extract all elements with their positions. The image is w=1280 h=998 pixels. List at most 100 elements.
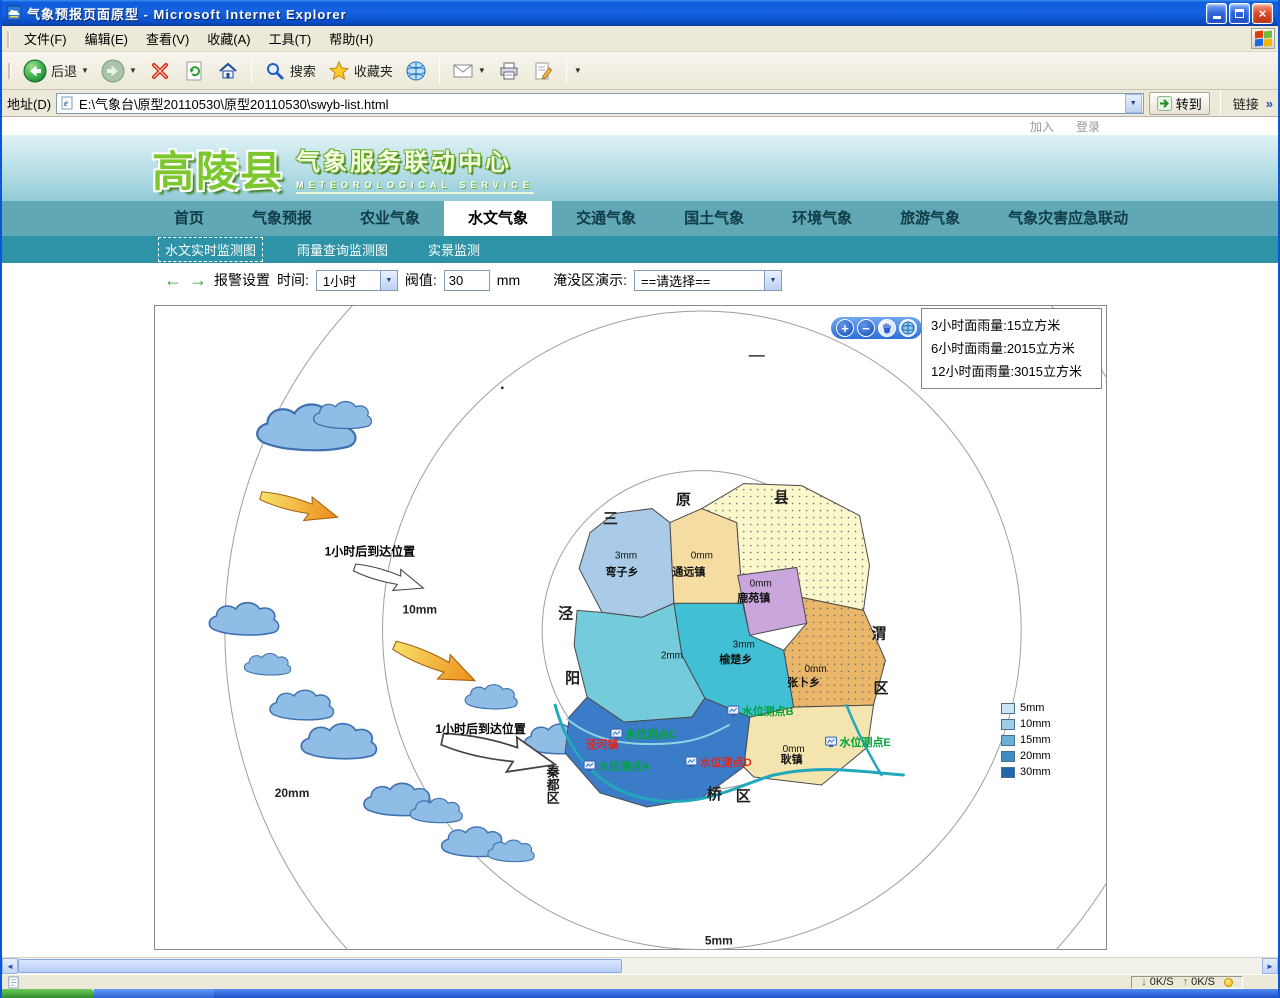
nav-tourism[interactable]: 旅游气象 — [876, 201, 984, 236]
nav-disaster-response[interactable]: 气象灾害应急联动 — [984, 201, 1152, 236]
refresh-icon — [183, 60, 205, 82]
back-button[interactable]: 后退 ▼ — [18, 56, 94, 86]
dropdown-arrow-icon[interactable]: ▼ — [380, 271, 397, 290]
subnav-live-monitor[interactable]: 实景监测 — [422, 238, 486, 261]
join-link[interactable]: 加入 — [1030, 118, 1054, 135]
pan-button[interactable] — [878, 319, 896, 337]
scroll-right-button[interactable]: ► — [1262, 958, 1278, 974]
time-label: 时间: — [277, 270, 309, 290]
next-arrow-icon[interactable]: → — [189, 271, 207, 289]
menu-favorites[interactable]: 收藏(A) — [198, 26, 259, 51]
toolbar-grip[interactable] — [7, 31, 10, 47]
region-wanzi[interactable] — [579, 509, 674, 618]
nav-hydrology[interactable]: 水文气象 — [444, 201, 552, 236]
nav-agriculture[interactable]: 农业气象 — [336, 201, 444, 236]
favorites-button[interactable]: 收藏夹 — [323, 57, 398, 85]
nav-land[interactable]: 国土气象 — [660, 201, 768, 236]
scrollbar-thumb[interactable] — [18, 959, 622, 973]
history-button[interactable] — [400, 57, 432, 85]
taskbar-strip — [214, 989, 1278, 998]
address-bar: 地址(D) e E:\气象台\原型20110530\原型20110530\swy… — [2, 90, 1278, 117]
menu-view[interactable]: 查看(V) — [137, 26, 198, 51]
alarm-settings-label: 报警设置 — [214, 270, 270, 290]
ring-rainfall-label: 5mm — [705, 934, 733, 948]
quick-launch[interactable] — [94, 989, 214, 998]
forward-dropdown-icon[interactable]: ▼ — [129, 66, 137, 75]
go-arrow-icon — [1157, 96, 1172, 111]
water-level-station-icon[interactable] — [728, 706, 739, 716]
legend-label: 20mm — [1020, 750, 1051, 762]
home-button[interactable] — [212, 57, 244, 85]
water-level-station-icon[interactable] — [826, 737, 837, 747]
nav-weather-forecast[interactable]: 气象预报 — [228, 201, 336, 236]
stop-button[interactable] — [144, 57, 176, 85]
flood-area-select[interactable]: ==请选择== ▼ — [634, 270, 782, 291]
address-dropdown-icon[interactable]: ▼ — [1125, 94, 1142, 113]
nav-environment[interactable]: 环境气象 — [768, 201, 876, 236]
legend-item: 30mm — [1001, 766, 1051, 778]
zoom-out-button[interactable]: − — [857, 319, 875, 337]
go-button[interactable]: 转到 — [1149, 92, 1210, 115]
arrival-label: 1小时后到达位置 — [325, 543, 415, 558]
water-level-station-icon[interactable] — [686, 757, 697, 767]
nav-traffic[interactable]: 交通气象 — [552, 201, 660, 236]
edit-button[interactable] — [527, 57, 559, 85]
station-label[interactable]: 水位测点E — [840, 735, 891, 749]
nav-home[interactable]: 首页 — [150, 201, 228, 236]
zoom-in-button[interactable]: + — [836, 319, 854, 337]
town-label: 榆楚乡 — [719, 652, 752, 666]
mail-button[interactable]: ▼ — [447, 57, 491, 85]
legend-swatch — [1001, 735, 1015, 746]
menu-file[interactable]: 文件(F) — [15, 26, 76, 51]
subnav-realtime-map[interactable]: 水文实时监测图 — [158, 237, 263, 262]
plugin-status-icon[interactable] — [1224, 978, 1233, 987]
menu-edit[interactable]: 编辑(E) — [76, 26, 137, 51]
legend-item: 20mm — [1001, 750, 1051, 762]
login-link[interactable]: 登录 — [1076, 118, 1100, 135]
station-label[interactable]: 水位测点D — [700, 755, 752, 769]
menu-tools[interactable]: 工具(T) — [260, 26, 321, 51]
subnav-rainfall-query[interactable]: 雨量查询监测图 — [291, 238, 394, 261]
search-button[interactable]: 搜索 — [259, 57, 321, 85]
district-label: 泾 — [558, 604, 573, 622]
ring-rainfall-label: 10mm — [402, 602, 437, 616]
rain-value: 0mm — [750, 578, 772, 589]
search-label: 搜索 — [290, 61, 316, 80]
town-label: 泾河镇 — [586, 737, 619, 751]
time-select[interactable]: 1小时 ▼ — [316, 270, 398, 291]
title-bar: 气象预报页面原型 - Microsoft Internet Explorer × — [2, 0, 1278, 26]
site-logo: 高陵县 — [152, 138, 284, 199]
refresh-button[interactable] — [178, 57, 210, 85]
links-chevron-icon[interactable]: » — [1266, 96, 1273, 111]
rainfall-legend: 5mm 10mm 15mm 20mm 30mm — [1001, 702, 1051, 778]
status-bar: ↓ 0K/S ↑ 0K/S — [2, 974, 1278, 989]
address-input[interactable]: e E:\气象台\原型20110530\原型20110530\swyb-list… — [56, 93, 1144, 114]
toolbar-grip[interactable] — [8, 63, 11, 79]
toolbar-overflow-icon[interactable]: ▼ — [574, 66, 582, 75]
links-label[interactable]: 链接 — [1231, 94, 1261, 113]
forward-button[interactable]: ▼ — [96, 56, 142, 86]
menu-help[interactable]: 帮助(H) — [320, 26, 382, 51]
document-icon — [7, 976, 20, 989]
minimize-button[interactable] — [1206, 3, 1227, 24]
print-button[interactable] — [493, 57, 525, 85]
maximize-button[interactable] — [1229, 3, 1250, 24]
scroll-left-button[interactable]: ◄ — [2, 958, 18, 974]
start-button[interactable] — [2, 989, 94, 998]
prev-arrow-icon[interactable]: ← — [164, 271, 182, 289]
site-subtitle: METEOROLOGICAL SERVICE — [296, 180, 534, 194]
station-label[interactable]: 水位测点A — [598, 759, 650, 773]
dropdown-arrow-icon[interactable]: ▼ — [764, 271, 781, 290]
water-level-station-icon[interactable] — [611, 729, 622, 739]
station-label[interactable]: 水位测点C — [625, 727, 677, 741]
station-label[interactable]: 水位测点B — [742, 704, 794, 718]
hydrology-map[interactable]: 1小时后到达位置 1小时后到达位置 10mm 20mm 5mm 三 原 县 泾 … — [155, 306, 1106, 950]
close-button[interactable]: × — [1252, 3, 1273, 24]
back-dropdown-icon[interactable]: ▼ — [81, 66, 89, 75]
district-label: 阳 — [565, 670, 580, 687]
windows-logo-icon — [1251, 28, 1275, 49]
full-extent-button[interactable] — [899, 319, 917, 337]
down-arrow-icon: ↓ — [1141, 977, 1147, 988]
mail-dropdown-icon[interactable]: ▼ — [478, 66, 486, 75]
threshold-input[interactable] — [444, 270, 490, 291]
